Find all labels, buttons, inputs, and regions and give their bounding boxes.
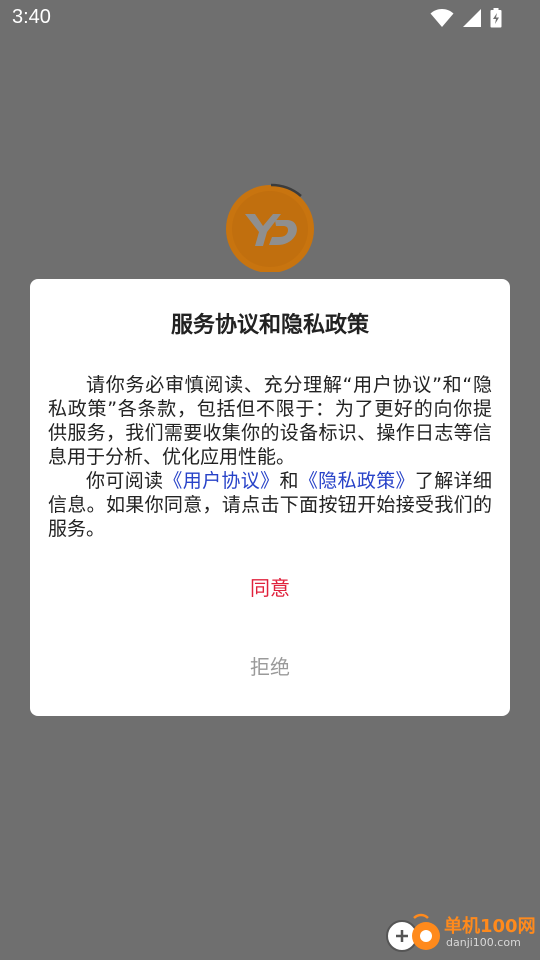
battery-charging-icon	[490, 8, 502, 28]
privacy-policy-link[interactable]: 《隐私政策》	[299, 470, 415, 492]
dialog-title: 服务协议和隐私政策	[170, 313, 369, 338]
dialog-body: 请你务必审慎阅读、充分理解“用户协议”和“隐私政策”各条款，包括但不限于：为了更…	[48, 373, 492, 541]
paragraph-2-and: 和	[279, 470, 299, 492]
user-agreement-link[interactable]: 《用户协议》	[163, 470, 279, 492]
dialog-paragraph-1: 请你务必审慎阅读、充分理解“用户协议”和“隐私政策”各条款，包括但不限于：为了更…	[48, 374, 492, 468]
reject-button[interactable]: 拒绝	[30, 646, 510, 686]
dialog-paragraph-2: 你可阅读《用户协议》和《隐私政策》了解详细信息。如果你同意，请点击下面按钮开始接…	[48, 469, 492, 541]
paragraph-2-prefix: 你可阅读	[86, 470, 164, 492]
agree-button[interactable]: 同意	[30, 567, 510, 607]
status-icons	[430, 8, 502, 28]
status-time: 3:40	[12, 6, 51, 28]
status-bar: 3:40	[0, 0, 540, 38]
watermark: 单机100网 danji100.com	[384, 912, 536, 956]
app-logo	[225, 182, 315, 273]
cell-signal-icon	[462, 8, 482, 28]
privacy-dialog: 服务协议和隐私政策 请你务必审慎阅读、充分理解“用户协议”和“隐私政策”各条款，…	[30, 279, 510, 716]
watermark-name: 单机100网	[444, 916, 536, 937]
watermark-url: danji100.com	[446, 936, 521, 949]
wifi-icon	[430, 8, 454, 28]
yd-logo-icon	[225, 183, 315, 276]
